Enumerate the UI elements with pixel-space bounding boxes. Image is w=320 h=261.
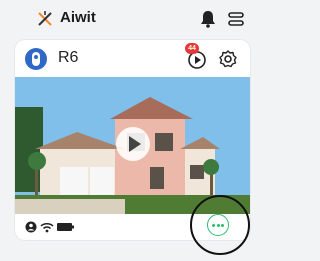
camera-name: R6: [58, 49, 79, 66]
user-icon: [25, 221, 37, 233]
camera-device-icon: [25, 48, 47, 70]
wifi-icon: [40, 223, 54, 233]
brand-name: Aiwit: [60, 9, 96, 26]
play-button-icon[interactable]: [116, 127, 150, 161]
battery-icon: [57, 223, 74, 231]
top-bar: Aiwit: [0, 0, 254, 40]
aiwit-logo-icon: [38, 11, 52, 26]
live-view-thumbnail[interactable]: [15, 77, 250, 214]
bell-icon[interactable]: [200, 10, 216, 28]
highlight-circle: [190, 195, 250, 255]
settings-gear-icon[interactable]: [218, 49, 238, 69]
status-icons: [25, 221, 74, 233]
playback-badge: 44: [185, 43, 199, 54]
switch-icon[interactable]: [227, 10, 245, 28]
